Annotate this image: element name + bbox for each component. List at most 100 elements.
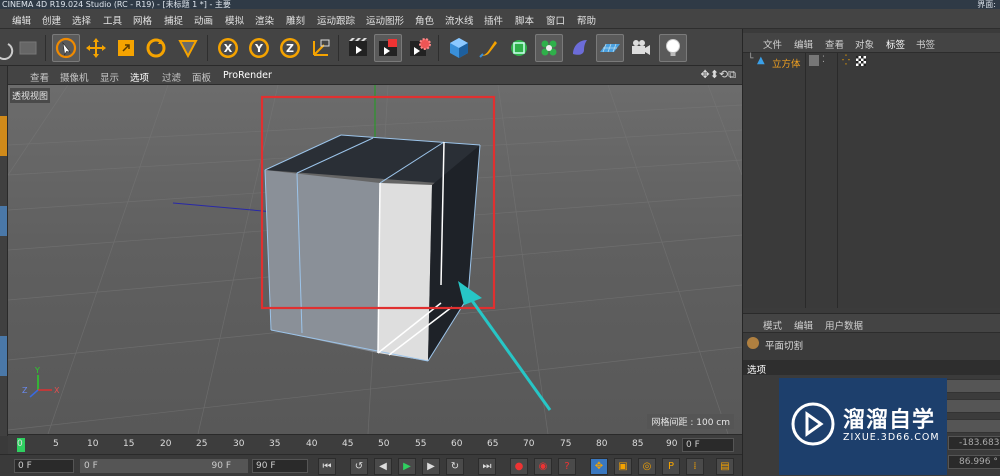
viewport-menu-options[interactable]: 选项 (130, 70, 149, 84)
next-key-icon[interactable]: ↻ (446, 458, 464, 475)
go-to-start-icon[interactable]: ⏮ (318, 458, 336, 475)
mode-tab-icon[interactable] (0, 336, 7, 376)
record-icon[interactable]: ● (510, 458, 528, 475)
am-menu-user-data[interactable]: 用户数据 (825, 318, 863, 332)
go-to-end-icon[interactable]: ⏭ (478, 458, 496, 475)
tick-label: 45 (342, 439, 354, 449)
options-section-header[interactable]: 选项 (743, 360, 1000, 376)
menu-simulate[interactable]: 模拟 (225, 13, 244, 27)
play-icon[interactable]: ▶ (398, 458, 416, 475)
menu-select[interactable]: 选择 (72, 13, 91, 27)
coordinate-system-icon[interactable] (307, 34, 335, 62)
main-toolbar: X Y Z (0, 29, 742, 66)
render-picture-viewer-icon[interactable] (374, 34, 402, 62)
autokey-icon[interactable]: ◉ (534, 458, 552, 475)
phong-tag-icon[interactable]: ⁛ (842, 55, 850, 66)
om-menu-bookmarks[interactable]: 书签 (916, 37, 935, 51)
gizmo-x-label: X (54, 386, 60, 395)
start-frame-field[interactable]: 0 F (14, 459, 74, 473)
menu-animate[interactable]: 动画 (194, 13, 213, 27)
camera-icon[interactable] (627, 34, 655, 62)
menu-create[interactable]: 创建 (42, 13, 61, 27)
value-field[interactable]: -183.683 (948, 436, 1000, 450)
scale-icon[interactable] (112, 34, 140, 62)
layout-label: 界面: (977, 0, 996, 9)
object-name[interactable]: 立方体 (772, 56, 801, 70)
viewport-menu-cameras[interactable]: 摄像机 (60, 70, 89, 84)
redo-icon[interactable] (14, 34, 42, 62)
menu-motion-tracking[interactable]: 运动跟踪 (317, 13, 355, 27)
viewport-menu-filter[interactable]: 过滤 (162, 70, 181, 84)
viewport-menu-prorender[interactable]: ProRender (223, 70, 272, 81)
move-icon[interactable] (82, 34, 110, 62)
axis-z-lock[interactable]: Z (276, 34, 304, 62)
menu-render[interactable]: 渲染 (255, 13, 274, 27)
next-frame-icon[interactable]: ▶ (422, 458, 440, 475)
om-menu-objects[interactable]: 对象 (855, 37, 874, 51)
menu-sculpt[interactable]: 雕刻 (286, 13, 305, 27)
am-menu-edit[interactable]: 编辑 (794, 318, 813, 332)
tick-label: 25 (196, 439, 208, 449)
frame-range-slider[interactable]: 0 F 90 F (80, 459, 248, 473)
cube-icon[interactable] (445, 34, 473, 62)
end-frame-field[interactable]: 90 F (252, 459, 308, 473)
om-menu-tags[interactable]: 标签 (886, 37, 905, 51)
live-selection-icon[interactable] (52, 34, 80, 62)
key-rotation-icon[interactable]: ◎ (638, 458, 656, 475)
menu-mograph[interactable]: 运动图形 (366, 13, 404, 27)
menu-window[interactable]: 窗口 (546, 13, 565, 27)
mode-tab-icon[interactable] (0, 116, 7, 156)
previous-key-icon[interactable]: ↺ (350, 458, 368, 475)
om-menu-file[interactable]: 文件 (763, 37, 782, 51)
deformer-icon[interactable] (566, 34, 594, 62)
menu-mesh[interactable]: 网格 (133, 13, 152, 27)
am-menu-mode[interactable]: 模式 (763, 318, 782, 332)
keyframe-selection-icon[interactable]: ? (558, 458, 576, 475)
render-view-icon[interactable] (344, 34, 372, 62)
value-field[interactable]: 86.996 ° (948, 455, 1000, 469)
menu-help[interactable]: 帮助 (577, 13, 596, 27)
window-title: CINEMA 4D R19.024 Studio (RC - R19) - [未… (2, 0, 231, 9)
rotate-icon[interactable] (142, 34, 170, 62)
menu-script[interactable]: 脚本 (515, 13, 534, 27)
viewport-menu-display[interactable]: 显示 (100, 70, 119, 84)
key-position-icon[interactable]: ✥ (590, 458, 608, 475)
layer-icon[interactable] (809, 55, 819, 66)
pen-icon[interactable] (475, 34, 503, 62)
tick-label: 65 (487, 439, 499, 449)
menu-plugins[interactable]: 插件 (484, 13, 503, 27)
render-settings-icon[interactable] (405, 34, 433, 62)
tick-label: 90 (666, 439, 678, 449)
axis-x-lock[interactable]: X (214, 34, 242, 62)
subdivision-icon[interactable] (505, 34, 533, 62)
menu-snap[interactable]: 捕捉 (164, 13, 183, 27)
texture-tag-icon[interactable] (856, 56, 866, 66)
timeline-ruler[interactable]: 0 5 10 15 20 25 30 35 40 45 50 55 60 65 … (8, 434, 742, 454)
menu-character[interactable]: 角色 (415, 13, 434, 27)
cloner-icon[interactable] (535, 34, 563, 62)
menu-pipeline[interactable]: 流水线 (445, 13, 474, 27)
tick-label: 80 (596, 439, 608, 449)
gizmo-y-label: Y (34, 366, 40, 375)
viewport-menu-panel[interactable]: 面板 (192, 70, 211, 84)
om-menu-edit[interactable]: 编辑 (794, 37, 813, 51)
key-parameter-icon[interactable]: P (662, 458, 680, 475)
menu-edit[interactable]: 编辑 (12, 13, 31, 27)
perspective-viewport[interactable]: Y Z X 透视视图 网格间距 : 100 cm (8, 85, 742, 434)
viewport-navigation-icons[interactable]: ✥⬍⟲⧉ (700, 68, 736, 82)
menu-tools[interactable]: 工具 (103, 13, 122, 27)
current-frame-field[interactable]: 0 F (682, 438, 734, 452)
floor-icon[interactable] (596, 34, 624, 62)
mode-tab-icon[interactable] (0, 206, 7, 236)
previous-frame-icon[interactable]: ◀ (374, 458, 392, 475)
light-icon[interactable] (659, 34, 687, 62)
recent-tool-icon[interactable] (174, 34, 202, 62)
om-menu-view[interactable]: 查看 (825, 37, 844, 51)
key-scale-icon[interactable]: ▣ (614, 458, 632, 475)
viewport-menu-view[interactable]: 查看 (30, 70, 49, 84)
timeline-window-icon[interactable]: ▤ (716, 458, 734, 475)
visibility-dots-icon[interactable]: ⁚ (822, 55, 825, 65)
key-pla-icon[interactable]: ⁞ (686, 458, 704, 475)
object-row[interactable]: └ ▲ 立方体 ⁚ ⁛ (743, 54, 1000, 70)
axis-y-lock[interactable]: Y (245, 34, 273, 62)
